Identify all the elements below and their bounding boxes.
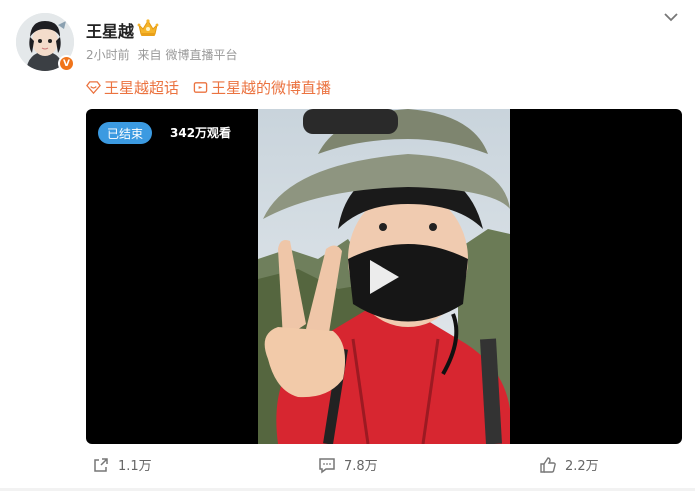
live-status-badge: 已结束 <box>98 122 153 144</box>
view-count: 342万观看 <box>170 126 232 140</box>
chevron-down-icon[interactable] <box>662 10 680 24</box>
topic-link-live[interactable]: 王星越的微博直播 <box>193 77 331 98</box>
post-time[interactable]: 2小时前 <box>86 48 130 62</box>
vip-crown-icon[interactable] <box>137 18 159 38</box>
topic-links: 王星越超话 王星越的微博直播 <box>86 77 331 98</box>
share-icon <box>94 457 108 472</box>
play-icon[interactable] <box>366 257 402 297</box>
like-icon <box>540 456 556 473</box>
video-player[interactable]: 已结束 342万观看 <box>86 109 682 444</box>
source-prefix: 来自 <box>137 48 162 62</box>
comment-button[interactable]: 7.8万 <box>318 455 378 474</box>
supertopic-diamond-icon <box>86 81 101 95</box>
share-count: 1.1万 <box>118 459 152 474</box>
like-button[interactable]: 2.2万 <box>539 455 599 474</box>
topic-label: 王星越的微博直播 <box>211 79 332 97</box>
share-button[interactable]: 1.1万 <box>92 455 152 474</box>
post-meta: 2小时前 来自 微博直播平台 <box>86 46 242 63</box>
author-name[interactable]: 王星越 <box>86 18 134 42</box>
action-bar: 1.1万 7.8万 2.2万 <box>0 455 695 479</box>
comment-icon <box>319 457 335 473</box>
comment-count: 7.8万 <box>344 459 378 474</box>
topic-label: 王星越超话 <box>104 79 180 97</box>
like-count: 2.2万 <box>565 459 599 474</box>
avatar[interactable]: V <box>16 13 75 72</box>
post-source[interactable]: 微博直播平台 <box>165 48 237 62</box>
topic-link-supertopic[interactable]: 王星越超话 <box>86 77 179 98</box>
live-tv-icon <box>193 82 208 93</box>
verified-badge-icon: V <box>58 55 75 72</box>
